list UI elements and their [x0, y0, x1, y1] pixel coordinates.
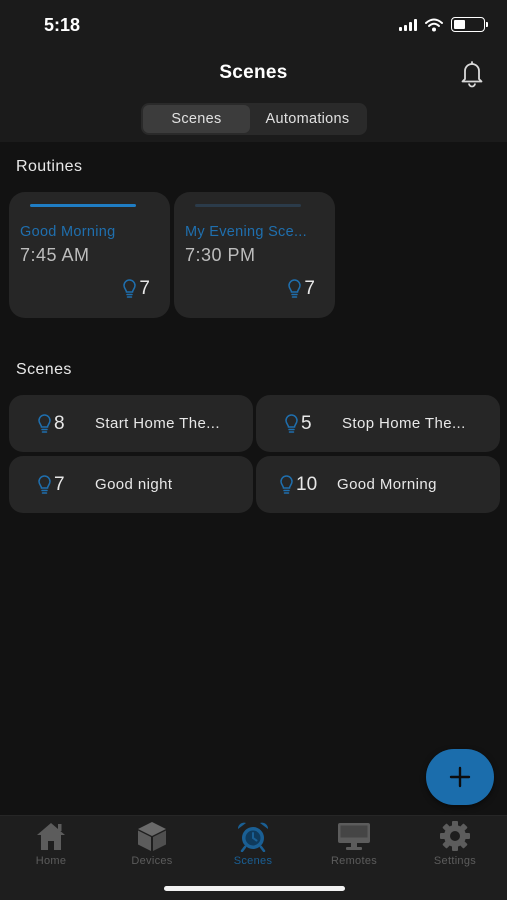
cube-icon: [138, 822, 166, 851]
monitor-icon: [338, 823, 370, 850]
routine-time: 7:45 AM: [20, 245, 90, 265]
routine-card-my-evening[interactable]: My Evening Sce... 7:30 PM 7: [174, 192, 335, 318]
scene-count-value: 10: [296, 473, 318, 495]
tab-devices-label: Devices: [131, 855, 173, 867]
scenes-automations-toggle: Scenes Automations: [141, 103, 367, 135]
status-icons: [399, 17, 488, 32]
tab-remotes[interactable]: Remotes: [314, 820, 394, 867]
tab-home-label: Home: [35, 855, 67, 867]
routine-count-value: 7: [304, 278, 315, 299]
status-time: 5:18: [44, 15, 81, 35]
routine-count-value: 7: [139, 278, 150, 299]
cellular-signal-icon: [399, 18, 417, 31]
add-scene-button[interactable]: [426, 749, 494, 805]
tab-scenes-label: Scenes: [233, 855, 273, 867]
lightbulb-icon: [285, 413, 298, 433]
scene-card-good-night[interactable]: 7 Good night: [9, 456, 253, 513]
lightbulb-icon: [280, 474, 293, 494]
home-icon: [37, 823, 65, 850]
scene-card-stop-home-theater[interactable]: 5 Stop Home The...: [256, 395, 500, 452]
scene-name: Start Home The...: [95, 415, 220, 432]
lightbulb-icon: [38, 413, 51, 433]
scene-device-count: 5: [284, 413, 342, 435]
scene-card-good-morning[interactable]: 10 Good Morning: [256, 456, 500, 513]
routine-card-good-morning[interactable]: Good Morning 7:45 AM 7: [9, 192, 170, 318]
tab-settings-label: Settings: [433, 855, 477, 867]
scene-count-value: 5: [301, 412, 312, 434]
tab-home[interactable]: Home: [11, 820, 91, 867]
scene-name: Good Morning: [337, 476, 437, 493]
scenes-section-label: Scenes: [16, 361, 72, 378]
scene-device-count: 7: [37, 474, 95, 496]
battery-icon: [451, 17, 488, 32]
scene-card-start-home-theater[interactable]: 8 Start Home The...: [9, 395, 253, 452]
lightbulb-icon: [288, 279, 302, 298]
home-indicator: [164, 886, 345, 891]
routine-device-count: 7: [287, 278, 315, 300]
routine-name: My Evening Sce...: [185, 224, 307, 240]
plus-icon: [449, 766, 471, 788]
routine-time: 7:30 PM: [185, 245, 256, 265]
routine-name: Good Morning: [20, 224, 116, 240]
routine-device-count: 7: [122, 278, 150, 300]
routine-progress-bar: [30, 204, 136, 207]
routine-progress-bar: [195, 204, 301, 207]
scene-count-value: 7: [54, 473, 65, 495]
tab-settings[interactable]: Settings: [415, 820, 495, 867]
scene-name: Stop Home The...: [342, 415, 466, 432]
scene-name: Good night: [95, 476, 173, 493]
wifi-icon: [425, 18, 443, 31]
routines-section-label: Routines: [16, 158, 83, 175]
tab-automations[interactable]: Automations: [250, 105, 365, 133]
tab-scenes[interactable]: Scenes: [143, 105, 250, 133]
bell-icon[interactable]: [457, 58, 487, 88]
tab-devices[interactable]: Devices: [112, 820, 192, 867]
tab-scenes-nav[interactable]: Scenes: [213, 820, 293, 867]
lightbulb-icon: [38, 474, 51, 494]
tab-remotes-label: Remotes: [330, 855, 378, 867]
page-title: Scenes: [219, 62, 288, 83]
gear-icon: [440, 821, 470, 851]
scene-device-count: 8: [37, 413, 95, 435]
alarm-clock-icon: [237, 822, 269, 852]
status-bar: 5:18: [0, 0, 507, 50]
lightbulb-icon: [123, 279, 137, 298]
scene-count-value: 8: [54, 412, 65, 434]
scene-device-count: 10: [279, 474, 337, 496]
